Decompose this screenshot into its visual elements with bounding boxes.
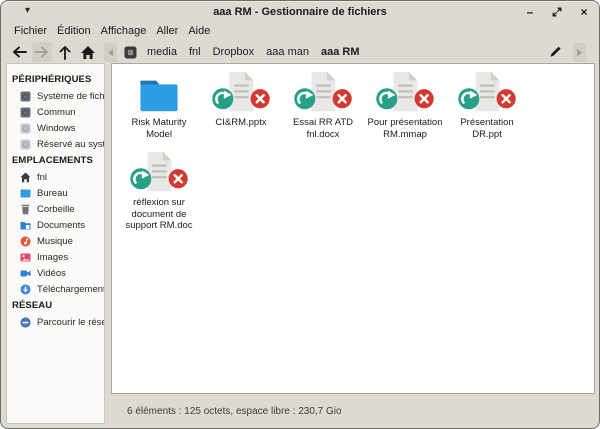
sidebar-header-peripheriques: PÉRIPHÉRIQUES — [7, 71, 104, 88]
up-button[interactable] — [55, 42, 75, 62]
sidebar-item-label: Bureau — [37, 188, 68, 199]
breadcrumb-scroll-left-icon[interactable] — [104, 43, 117, 62]
file-list-panel[interactable]: Risk Maturity Model CI&RM.pptx Essai RR … — [111, 63, 595, 394]
home-icon — [20, 172, 31, 183]
breadcrumb-media[interactable]: media — [141, 46, 183, 58]
menu-fichier[interactable]: Fichier — [9, 25, 52, 37]
sidebar-item-label: Windows — [37, 123, 76, 134]
sidebar-item-label: fnl — [37, 172, 47, 183]
breadcrumb-aaa-rm[interactable]: aaa RM — [315, 46, 366, 58]
trash-icon — [20, 204, 31, 215]
minimize-icon[interactable]: – — [523, 5, 537, 19]
sidebar-item-videos[interactable]: Vidéos — [7, 265, 104, 281]
music-icon — [20, 236, 31, 247]
file-item-presentation-dr-ppt[interactable]: Présentation DR.ppt — [446, 72, 528, 152]
file-label: Essai RR ATD fnl.docx — [282, 117, 364, 140]
status-text: 6 éléments : 125 octets, espace libre : … — [127, 406, 342, 417]
images-icon — [20, 252, 31, 263]
document-sync-error-icon — [128, 152, 190, 196]
drive-icon — [20, 107, 31, 118]
edit-path-pencil-icon[interactable] — [546, 43, 564, 61]
network-icon — [20, 317, 31, 328]
file-item-cirm-pptx[interactable]: CI&RM.pptx — [200, 72, 282, 152]
close-icon[interactable]: × — [577, 5, 591, 19]
sidebar-item-corbeille[interactable]: Corbeille — [7, 201, 104, 217]
sidebar-item-documents[interactable]: Documents — [7, 217, 104, 233]
sidebar-item-label: Corbeille — [37, 204, 75, 215]
file-label: réflexion sur document de support RM.doc — [118, 197, 200, 232]
sidebar-item-label: Téléchargements — [37, 284, 105, 295]
document-sync-error-icon — [374, 72, 436, 116]
forward-button[interactable] — [32, 42, 52, 62]
menu-aller[interactable]: Aller — [151, 25, 183, 37]
sidebar-item-label: Musique — [37, 236, 73, 247]
breadcrumb-fnl[interactable]: fnl — [183, 46, 207, 58]
sidebar-item-label: Commun — [37, 107, 76, 118]
sidebar-item-telechargements[interactable]: Téléchargements — [7, 281, 104, 297]
maximize-icon[interactable] — [550, 5, 564, 19]
document-sync-error-icon — [456, 72, 518, 116]
document-sync-error-icon — [210, 72, 272, 116]
statusbar: 6 éléments : 125 octets, espace libre : … — [111, 397, 592, 425]
sidebar-item-label: Vidéos — [37, 268, 66, 279]
file-item-risk-maturity-model[interactable]: Risk Maturity Model — [118, 72, 200, 152]
desktop-icon — [20, 188, 31, 199]
sidebar-header-reseau: RÉSEAU — [7, 297, 104, 314]
window-title: aaa RM - Gestionnaire de fichiers — [1, 6, 599, 18]
breadcrumb-dropbox[interactable]: Dropbox — [207, 46, 261, 58]
file-label: Présentation DR.ppt — [446, 117, 528, 140]
sidebar-item-label: Images — [37, 252, 68, 263]
file-label: Risk Maturity Model — [118, 117, 200, 140]
sidebar-item-images[interactable]: Images — [7, 249, 104, 265]
menu-affichage[interactable]: Affichage — [96, 25, 152, 37]
sidebar-item-fnl[interactable]: fnl — [7, 169, 104, 185]
file-item-essai-rr-atd-fnl-docx[interactable]: Essai RR ATD fnl.docx — [282, 72, 364, 152]
sidebar-item-label: Système de fich... — [37, 91, 105, 102]
document-sync-error-icon — [292, 72, 354, 116]
menu-edition[interactable]: Édition — [52, 25, 96, 37]
sidebar: PÉRIPHÉRIQUES Système de fich... Commun … — [6, 63, 105, 424]
folder-icon — [133, 72, 185, 116]
menu-aide[interactable]: Aide — [183, 25, 215, 37]
sidebar-item-label: Réservé au syst... — [37, 139, 105, 150]
home-button[interactable] — [78, 42, 98, 62]
sidebar-item-windows[interactable]: Windows — [7, 120, 104, 136]
titlebar[interactable]: ▾ aaa RM - Gestionnaire de fichiers – × — [1, 1, 599, 23]
sidebar-item-reserve-au-systeme[interactable]: Réservé au syst... — [7, 136, 104, 152]
drive-muted-icon — [20, 139, 31, 150]
file-item-reflexion-sur-document-de-support-rm-doc[interactable]: réflexion sur document de support RM.doc — [118, 152, 200, 232]
breadcrumb-scroll-right-icon[interactable] — [573, 43, 586, 62]
breadcrumb-aaa-man[interactable]: aaa man — [260, 46, 315, 58]
back-button[interactable] — [9, 42, 29, 62]
file-label: Pour présentation RM.mmap — [364, 117, 446, 140]
sidebar-item-label: Documents — [37, 220, 85, 231]
file-manager-window: ▾ aaa RM - Gestionnaire de fichiers – × … — [0, 0, 600, 429]
downloads-icon — [20, 284, 31, 295]
menubar: Fichier Édition Affichage Aller Aide — [1, 23, 599, 39]
media-drive-icon — [124, 46, 137, 59]
sidebar-item-systeme-de-fichiers[interactable]: Système de fich... — [7, 88, 104, 104]
file-grid: Risk Maturity Model CI&RM.pptx Essai RR … — [118, 72, 590, 232]
sidebar-item-bureau[interactable]: Bureau — [7, 185, 104, 201]
drive-icon — [20, 91, 31, 102]
file-label: CI&RM.pptx — [215, 117, 266, 129]
sidebar-item-musique[interactable]: Musique — [7, 233, 104, 249]
file-item-pour-presentation-rm-mmap[interactable]: Pour présentation RM.mmap — [364, 72, 446, 152]
videos-icon — [20, 268, 31, 279]
drive-muted-icon — [20, 123, 31, 134]
toolbar: media fnl Dropbox aaa man aaa RM — [1, 39, 599, 65]
sidebar-item-label: Parcourir le rése... — [37, 317, 105, 328]
documents-folder-icon — [20, 220, 31, 231]
sidebar-item-commun[interactable]: Commun — [7, 104, 104, 120]
sidebar-item-parcourir-le-reseau[interactable]: Parcourir le rése... — [7, 314, 104, 330]
sidebar-header-emplacements: EMPLACEMENTS — [7, 152, 104, 169]
